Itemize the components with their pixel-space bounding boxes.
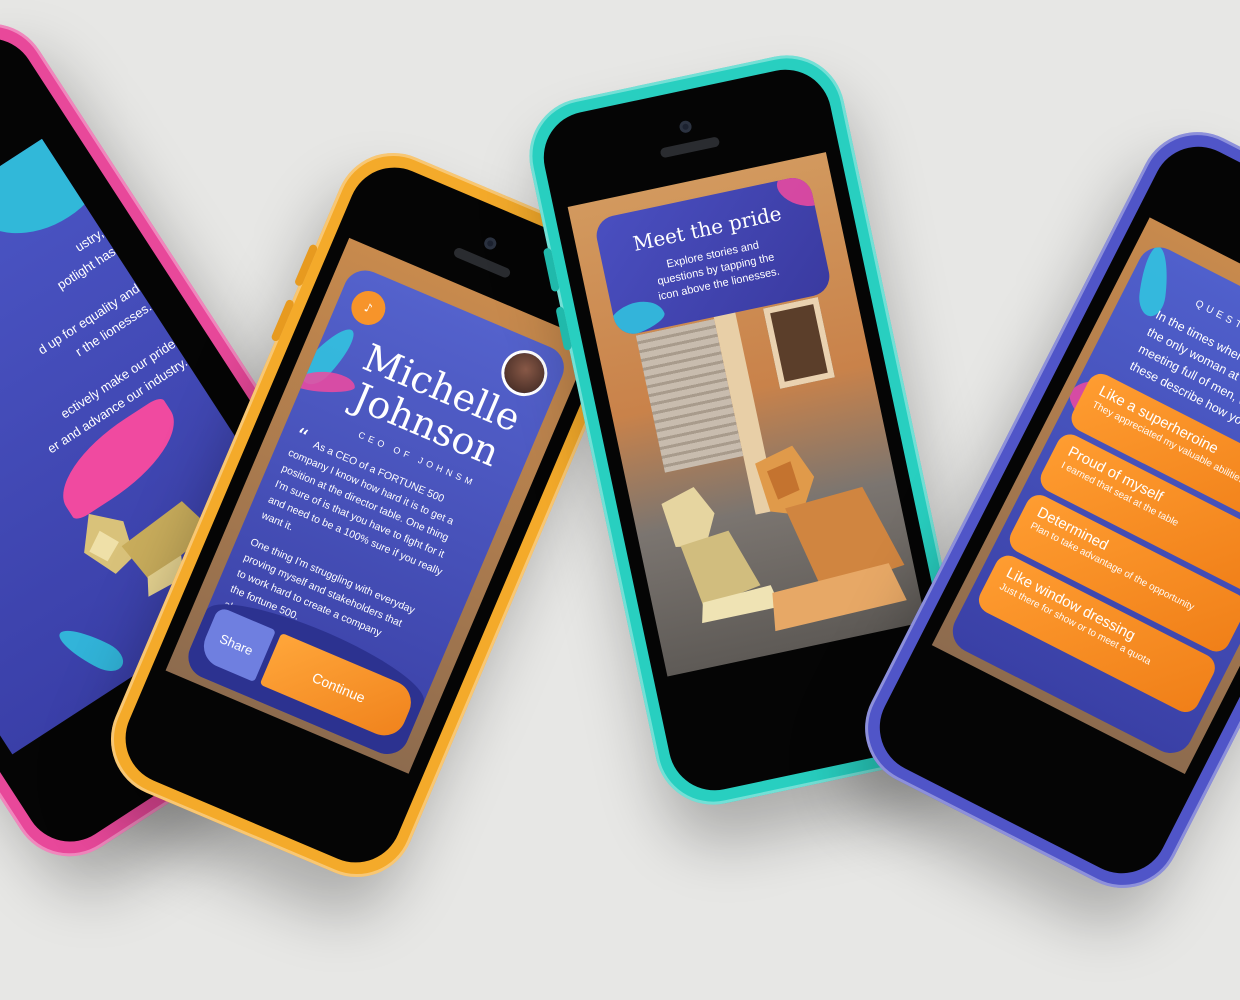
phone-screen: ♪ Michelle Johnson CEO OF JOHNSM “ As a … bbox=[165, 237, 593, 774]
front-camera bbox=[482, 235, 499, 252]
phone-screen: QUESTIO In the times when you've the onl… bbox=[931, 217, 1240, 775]
profile-card: ♪ Michelle Johnson CEO OF JOHNSM “ As a … bbox=[181, 263, 571, 761]
leaf-decor bbox=[1136, 245, 1172, 318]
building-window bbox=[763, 296, 835, 389]
sound-button[interactable]: ♪ bbox=[346, 285, 391, 331]
front-camera bbox=[678, 119, 693, 134]
leaf-decor bbox=[53, 622, 129, 678]
phone-screen: Meet the pride Explore stories and quest… bbox=[567, 152, 926, 677]
question-card: QUESTIO In the times when you've the onl… bbox=[945, 239, 1240, 761]
earpiece bbox=[452, 246, 512, 280]
earpiece bbox=[659, 136, 721, 159]
